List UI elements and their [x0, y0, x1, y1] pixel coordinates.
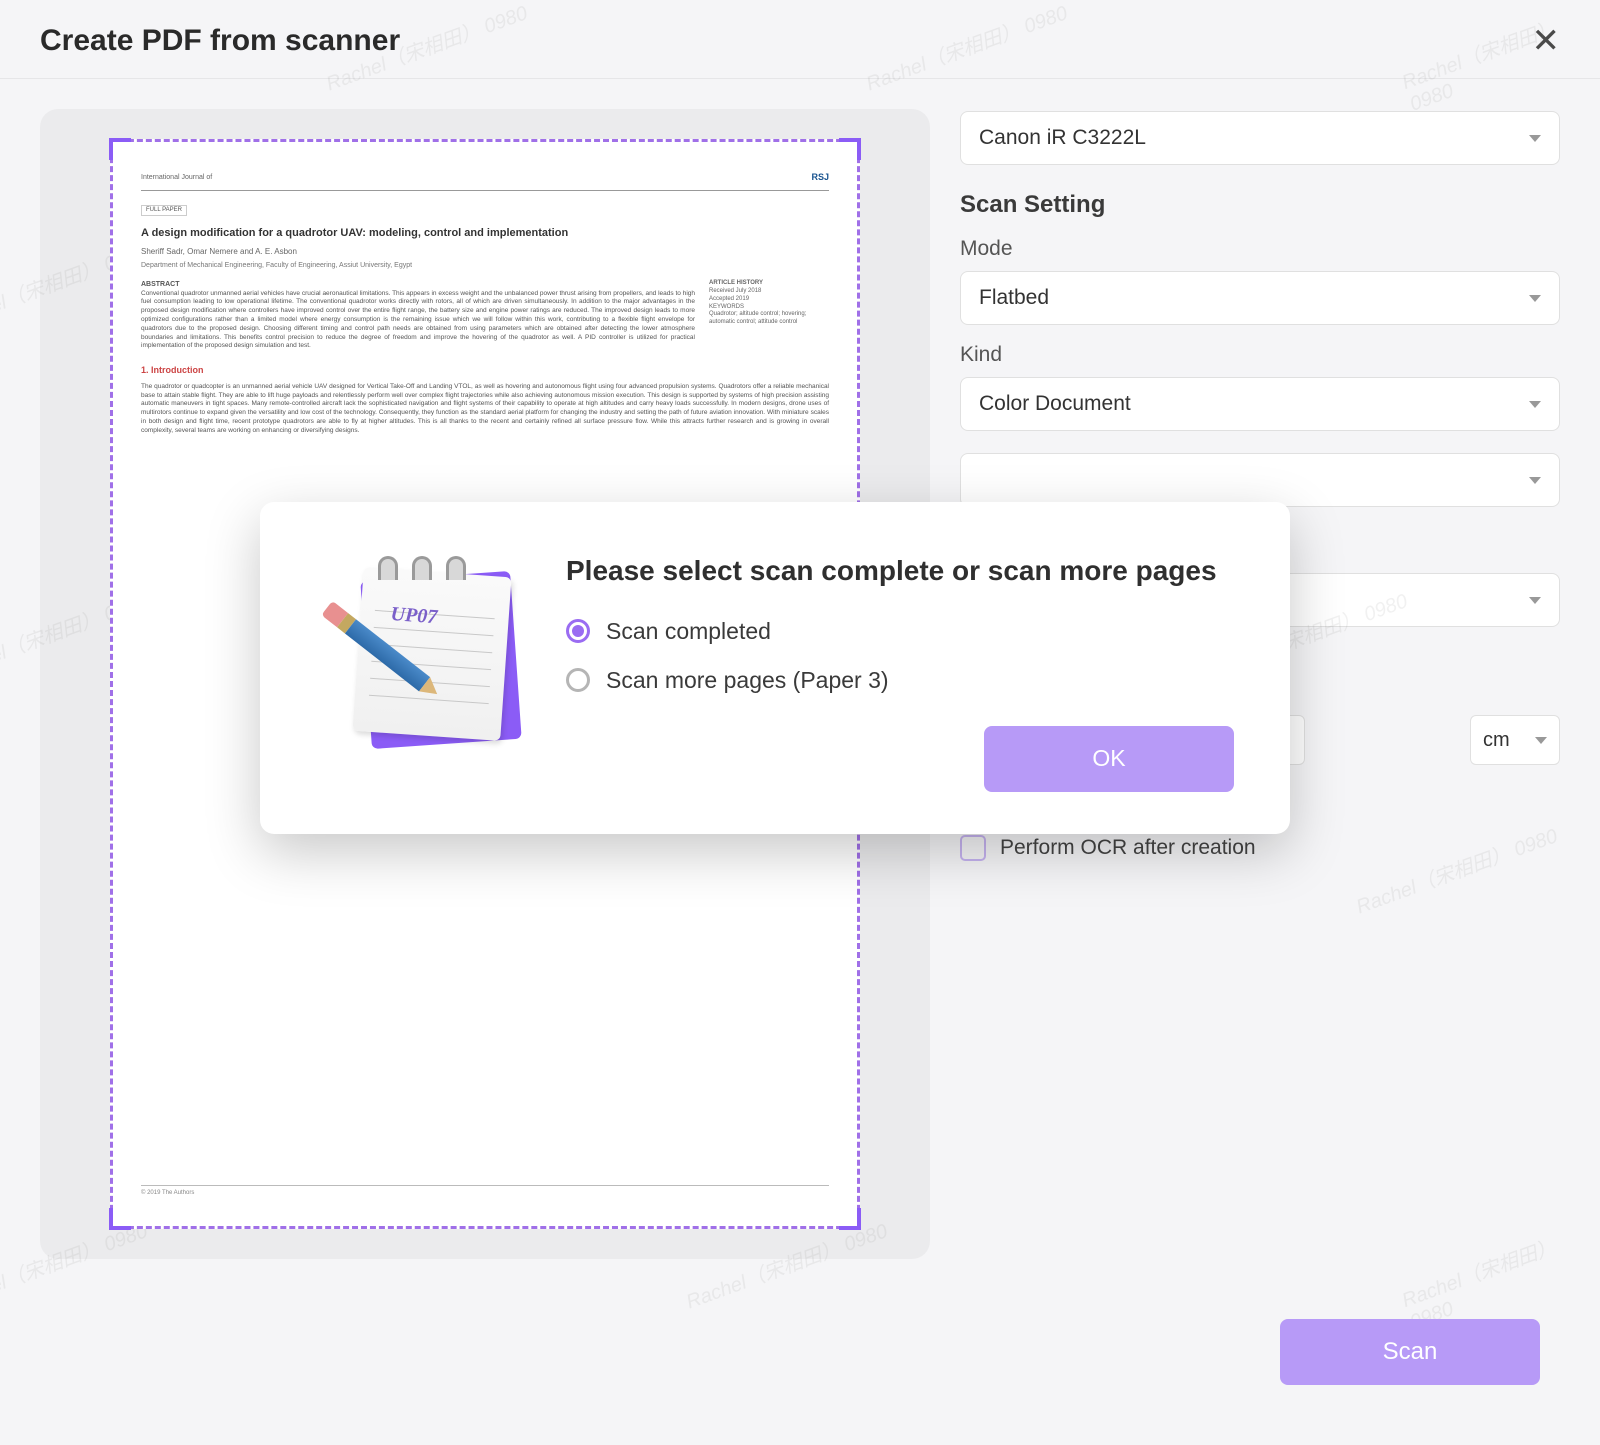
- doc-logo: RSJ: [811, 172, 829, 184]
- notepad-text: UP07: [390, 603, 438, 629]
- doc-title: A design modification for a quadrotor UA…: [141, 226, 829, 240]
- unit-value: cm: [1483, 729, 1510, 752]
- doc-abstract: ABSTRACT Conventional quadrotor unmanned…: [141, 280, 695, 351]
- doc-footer: © 2019 The Authors: [141, 1185, 829, 1198]
- chevron-down-icon: [1529, 401, 1541, 408]
- chevron-down-icon: [1529, 597, 1541, 604]
- doc-intro-heading: 1. Introduction: [141, 365, 829, 377]
- close-icon[interactable]: ✕: [1532, 24, 1561, 58]
- dialog-header: Create PDF from scanner ✕: [0, 0, 1600, 79]
- radio-button[interactable]: [566, 668, 590, 692]
- ocr-label: Perform OCR after creation: [1000, 836, 1256, 860]
- doc-keywords: ARTICLE HISTORY Received July 2018 Accep…: [709, 280, 829, 351]
- hidden-select-1[interactable]: [960, 453, 1560, 507]
- mode-label: Mode: [960, 237, 1560, 261]
- kind-label: Kind: [960, 343, 1560, 367]
- unit-select[interactable]: cm: [1470, 715, 1560, 765]
- kind-select[interactable]: Color Document: [960, 377, 1560, 431]
- radio-label: Scan more pages (Paper 3): [606, 667, 889, 694]
- crop-handle-bl[interactable]: [109, 1208, 131, 1230]
- kind-value: Color Document: [979, 392, 1131, 416]
- scanner-select[interactable]: Canon iR C3222L: [960, 111, 1560, 165]
- ocr-row[interactable]: Perform OCR after creation: [960, 835, 1560, 861]
- scanner-value: Canon iR C3222L: [979, 126, 1146, 150]
- ok-button[interactable]: OK: [984, 726, 1234, 792]
- radio-button[interactable]: [566, 619, 590, 643]
- crop-handle-tr[interactable]: [839, 138, 861, 160]
- ocr-checkbox[interactable]: [960, 835, 986, 861]
- mode-select[interactable]: Flatbed: [960, 271, 1560, 325]
- doc-badge: FULL PAPER: [141, 205, 187, 217]
- doc-affiliation: Department of Mechanical Engineering, Fa…: [141, 261, 829, 270]
- doc-journal: International Journal of: [141, 173, 212, 182]
- scan-complete-modal: UP07 Please select scan complete or scan…: [260, 502, 1290, 834]
- chevron-down-icon: [1529, 295, 1541, 302]
- chevron-down-icon: [1535, 737, 1547, 744]
- notepad-icon: UP07: [316, 552, 526, 752]
- radio-label: Scan completed: [606, 618, 771, 645]
- modal-title: Please select scan complete or scan more…: [566, 552, 1234, 590]
- doc-header: International Journal of RSJ: [141, 172, 829, 191]
- chevron-down-icon: [1529, 135, 1541, 142]
- doc-authors: Sheriff Sadr, Omar Nemere and A. E. Asbo…: [141, 247, 829, 257]
- crop-handle-br[interactable]: [839, 1208, 861, 1230]
- crop-handle-tl[interactable]: [109, 138, 131, 160]
- scan-button[interactable]: Scan: [1280, 1319, 1540, 1385]
- radio-scan-more[interactable]: Scan more pages (Paper 3): [566, 667, 1234, 694]
- dialog-title: Create PDF from scanner: [40, 24, 400, 58]
- chevron-down-icon: [1529, 477, 1541, 484]
- radio-scan-completed[interactable]: Scan completed: [566, 618, 1234, 645]
- scan-setting-title: Scan Setting: [960, 191, 1560, 219]
- mode-value: Flatbed: [979, 286, 1049, 310]
- doc-intro-body: The quadrotor or quadcopter is an unmann…: [141, 383, 829, 436]
